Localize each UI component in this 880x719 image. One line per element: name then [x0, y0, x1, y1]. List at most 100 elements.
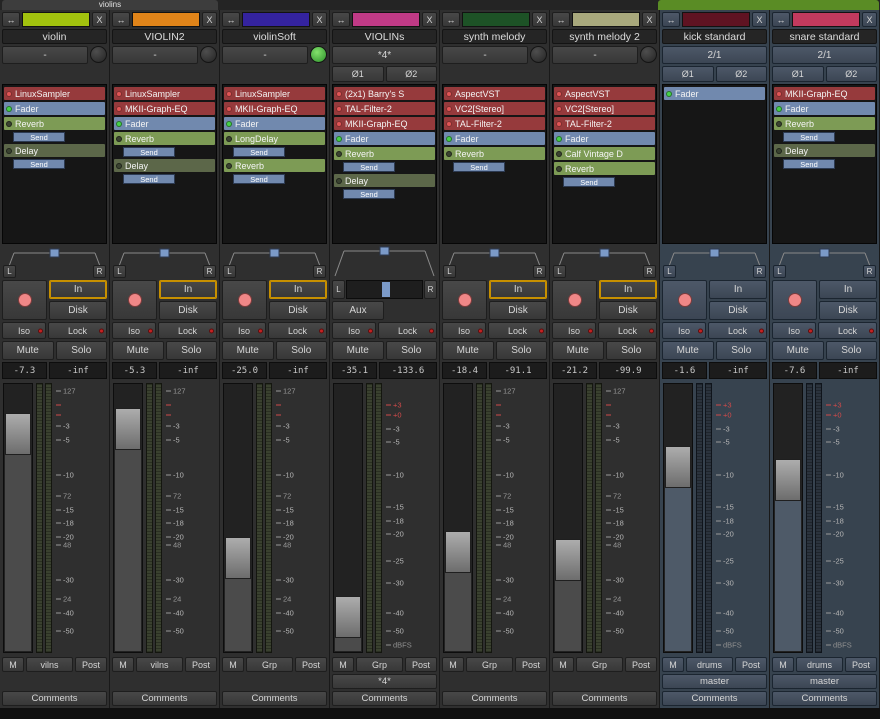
strip-name-button[interactable]: kick standard [662, 29, 767, 44]
pan-right-button[interactable]: R [424, 280, 437, 299]
processor-item[interactable]: Fader [664, 87, 765, 100]
gain-fader[interactable] [773, 383, 803, 653]
input-io-button[interactable]: *4* [332, 46, 437, 64]
record-arm-button[interactable] [112, 280, 157, 320]
record-arm-button[interactable] [772, 280, 817, 320]
panner[interactable]: LR [222, 246, 327, 278]
send-level-bar[interactable]: Send [343, 162, 395, 172]
peak-display[interactable]: -inf [819, 362, 877, 379]
metering-button[interactable]: M [2, 657, 24, 672]
metering-point-button[interactable]: Post [295, 657, 327, 672]
comments-button[interactable]: Comments [772, 691, 877, 706]
processor-item[interactable]: (2x1) Barry's S [334, 87, 435, 100]
metering-button[interactable]: M [772, 657, 794, 672]
panner[interactable]: LR [442, 246, 547, 278]
strip-name-button[interactable]: synth melody 2 [552, 29, 657, 44]
send-level-bar[interactable]: Send [233, 174, 285, 184]
gain-fader[interactable] [223, 383, 253, 653]
processor-item[interactable]: Reverb [224, 159, 325, 172]
disk-monitor-button[interactable]: Disk [49, 301, 107, 320]
processor-box[interactable]: AspectVSTVC2[Stereo]TAL-Filter-2FaderCal… [552, 84, 657, 244]
input-monitor-button[interactable]: In [489, 280, 547, 299]
output-button[interactable]: master [662, 674, 767, 689]
bus-assign-button[interactable]: - [442, 46, 528, 64]
send-level-bar[interactable]: Send [343, 189, 395, 199]
input-monitor-button[interactable]: In [819, 280, 877, 299]
group-tab[interactable]: violins [2, 0, 218, 10]
strip-width-button[interactable]: ↔ [222, 12, 240, 27]
disk-monitor-button[interactable]: Disk [159, 301, 217, 320]
processor-item[interactable]: TAL-Filter-2 [554, 117, 655, 130]
processor-box[interactable]: AspectVSTVC2[Stereo]TAL-Filter-2FaderRev… [442, 84, 547, 244]
output-button[interactable]: master [772, 674, 877, 689]
bus-assign-button[interactable]: - [222, 46, 308, 64]
solo-isolate-button[interactable]: Iso [332, 322, 376, 339]
gain-fader[interactable] [443, 383, 473, 653]
processor-box[interactable]: LinuxSamplerFaderReverbSendDelaySend [2, 84, 107, 244]
processor-item[interactable]: MKII-Graph-EQ [224, 102, 325, 115]
input-monitor-button[interactable]: In [709, 280, 767, 299]
processor-item[interactable]: Delay [4, 144, 105, 157]
send-level-bar[interactable]: Send [783, 159, 835, 169]
processor-item[interactable]: MKII-Graph-EQ [334, 117, 435, 130]
phase-invert-2-button[interactable]: Ø2 [716, 66, 768, 82]
mute-button[interactable]: Mute [662, 341, 714, 360]
solo-button[interactable]: Solo [166, 341, 218, 360]
peak-display[interactable]: -inf [49, 362, 107, 379]
strip-color-bar[interactable] [132, 12, 200, 27]
metering-button[interactable]: M [662, 657, 684, 672]
metering-point-button[interactable]: Post [625, 657, 657, 672]
fader-thumb[interactable] [665, 446, 691, 488]
group-tab[interactable] [658, 0, 879, 10]
pan-right-button[interactable]: R [863, 265, 876, 278]
group-button[interactable]: drums [686, 657, 733, 672]
fader-thumb[interactable] [555, 539, 581, 581]
disk-monitor-button[interactable]: Disk [709, 301, 767, 320]
solo-button[interactable]: Solo [496, 341, 548, 360]
send-level-bar[interactable]: Send [233, 147, 285, 157]
strip-close-button[interactable]: X [862, 12, 877, 27]
processor-item[interactable]: VC2[Stereo] [554, 102, 655, 115]
strip-color-bar[interactable] [572, 12, 640, 27]
processor-item[interactable]: MKII-Graph-EQ [774, 87, 875, 100]
comments-button[interactable]: Comments [552, 691, 657, 706]
fader-thumb[interactable] [115, 408, 141, 450]
group-button[interactable]: vilns [136, 657, 183, 672]
comments-button[interactable]: Comments [442, 691, 547, 706]
pan-left-button[interactable]: L [443, 265, 456, 278]
bus-assign-button[interactable]: - [112, 46, 198, 64]
strip-color-bar[interactable] [462, 12, 530, 27]
solo-button[interactable]: Solo [276, 341, 328, 360]
record-arm-button[interactable] [662, 280, 707, 320]
input-monitor-button[interactable]: In [599, 280, 657, 299]
processor-box[interactable]: MKII-Graph-EQFaderReverbSendDelaySend [772, 84, 877, 244]
solo-lock-button[interactable]: Lock [708, 322, 767, 339]
pan-left-button[interactable]: L [773, 265, 786, 278]
strip-close-button[interactable]: X [422, 12, 437, 27]
gain-fader[interactable] [113, 383, 143, 653]
gain-display[interactable]: -35.1 [332, 362, 377, 379]
strip-name-button[interactable]: violin [2, 29, 107, 44]
peak-display[interactable]: -inf [159, 362, 217, 379]
strip-close-button[interactable]: X [752, 12, 767, 27]
trim-knob[interactable] [310, 46, 327, 63]
mute-button[interactable]: Mute [772, 341, 824, 360]
processor-item[interactable]: Delay [114, 159, 215, 172]
trim-knob[interactable] [530, 46, 547, 63]
processor-box[interactable]: LinuxSamplerMKII-Graph-EQFaderLongDelayS… [222, 84, 327, 244]
input-io-button[interactable]: 2/1 [662, 46, 767, 64]
processor-item[interactable]: Fader [114, 117, 215, 130]
processor-item[interactable]: TAL-Filter-2 [334, 102, 435, 115]
bus-assign-button[interactable]: - [2, 46, 88, 64]
trim-knob[interactable] [200, 46, 217, 63]
input-monitor-button[interactable]: In [49, 280, 107, 299]
peak-display[interactable]: -91.1 [489, 362, 547, 379]
processor-item[interactable]: LinuxSampler [114, 87, 215, 100]
mute-button[interactable]: Mute [442, 341, 494, 360]
solo-isolate-button[interactable]: Iso [442, 322, 486, 339]
pan-left-button[interactable]: L [553, 265, 566, 278]
strip-width-button[interactable]: ↔ [112, 12, 130, 27]
panner[interactable]: LR [2, 246, 107, 278]
group-button[interactable]: drums [796, 657, 843, 672]
pan-left-button[interactable]: L [3, 265, 16, 278]
